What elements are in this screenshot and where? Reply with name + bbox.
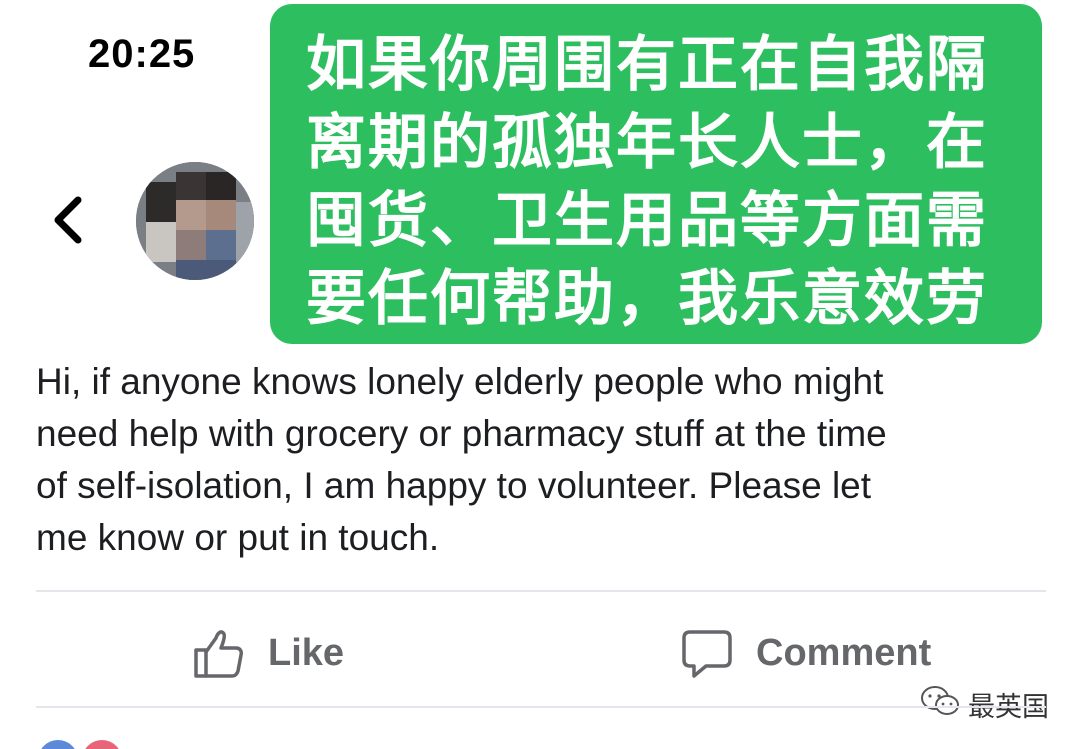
banner-line: 要任何帮助，我乐意效劳 — [306, 264, 988, 334]
banner-line: 囤货、卫生用品等方面需 — [306, 186, 988, 256]
avatar[interactable] — [136, 162, 254, 280]
banner-line: 离期的孤独年长人士，在 — [306, 108, 988, 178]
divider — [36, 706, 1046, 708]
divider — [36, 590, 1046, 592]
watermark-text: 最英国 — [968, 692, 1049, 723]
status-bar-time: 20:25 — [88, 32, 196, 76]
post-text-line: Hi, if anyone knows lonely elderly peopl… — [36, 361, 884, 402]
like-button[interactable]: Like — [192, 618, 344, 688]
back-button[interactable] — [44, 188, 94, 252]
watermark: 最英国 — [920, 684, 1049, 725]
wechat-icon — [920, 684, 960, 725]
translation-banner: 如果你周围有正在自我隔 离期的孤独年长人士，在 囤货、卫生用品等方面需 要任何帮… — [270, 4, 1042, 344]
reaction-love-icon — [82, 740, 122, 749]
post-text-line: me know or put in touch. — [36, 517, 440, 558]
comment-button[interactable]: Comment — [680, 618, 931, 688]
post-screen: 20:25 Ye 如果你周围有正在自我隔 离期的孤独年长人士，在 囤货、卫生用品… — [0, 0, 1080, 749]
chevron-left-icon — [54, 196, 82, 244]
like-label: Like — [268, 631, 345, 674]
post-text: Hi, if anyone knows lonely elderly peopl… — [36, 356, 1036, 564]
comment-label: Comment — [756, 631, 932, 674]
banner-line: 如果你周围有正在自我隔 — [306, 30, 988, 100]
speech-bubble-icon — [680, 626, 734, 680]
post-text-line: need help with grocery or pharmacy stuff… — [36, 413, 887, 454]
reaction-like-icon — [38, 740, 78, 749]
post-text-line: of self-isolation, I am happy to volunte… — [36, 465, 872, 506]
thumbs-up-icon — [192, 626, 246, 680]
reaction-icons — [38, 740, 128, 749]
